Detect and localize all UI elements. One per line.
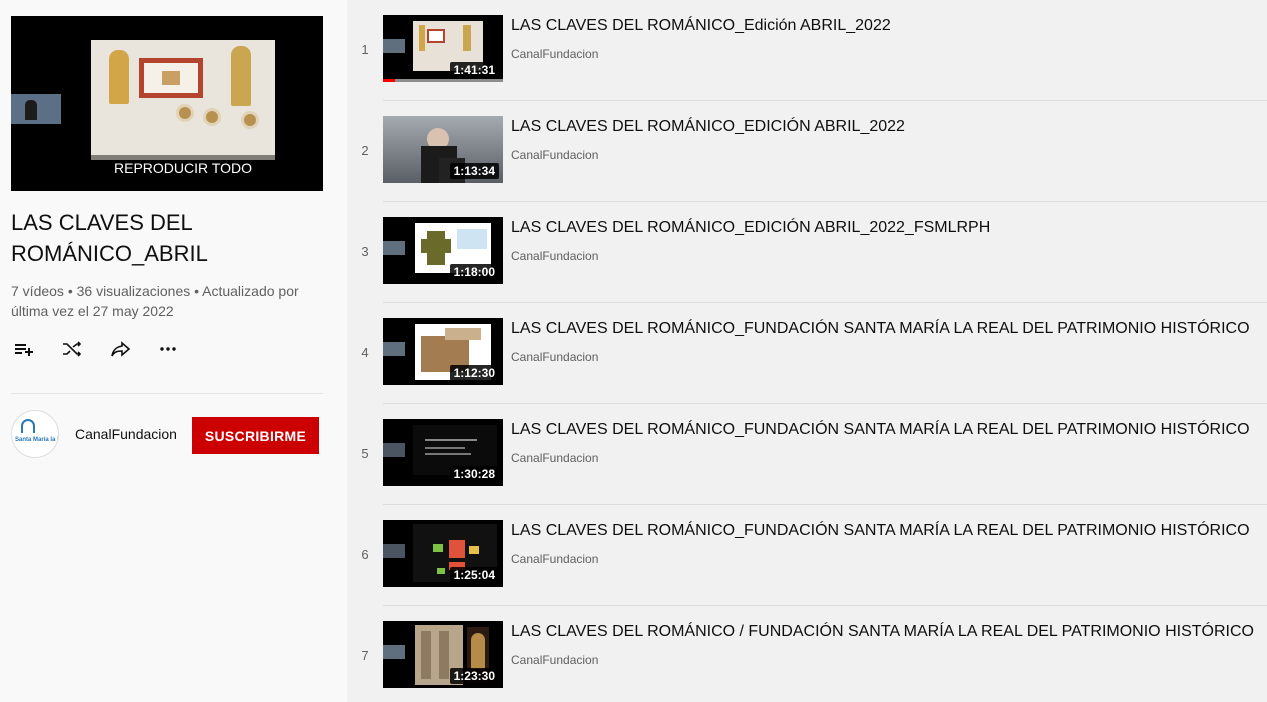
- video-thumbnail[interactable]: 1:18:00: [383, 217, 503, 284]
- video-duration: 1:25:04: [449, 567, 499, 583]
- video-title[interactable]: LAS CLAVES DEL ROMÁNICO_Edición ABRIL_20…: [511, 17, 891, 35]
- video-index: 5: [361, 446, 369, 461]
- video-duration: 1:41:31: [449, 62, 499, 78]
- playlist-owner: Santa María la Real CanalFundacion SUSCR…: [11, 410, 323, 460]
- sidebar-divider: [11, 393, 323, 394]
- video-row[interactable]: 5 1:30:28 LAS CLAVES DEL ROMÁNICO_FUNDAC…: [347, 404, 1267, 505]
- video-duration: 1:18:00: [449, 264, 499, 280]
- video-channel[interactable]: CanalFundacion: [511, 451, 598, 465]
- video-channel[interactable]: CanalFundacion: [511, 47, 598, 61]
- video-row[interactable]: 3 1:18:00 LAS CLAVES DEL ROMÁNICO_EDICIÓ…: [347, 202, 1267, 303]
- video-thumbnail[interactable]: 1:23:30: [383, 621, 503, 688]
- video-title[interactable]: LAS CLAVES DEL ROMÁNICO / FUNDACIÓN SANT…: [511, 623, 1254, 641]
- watch-progress-bar: [383, 79, 503, 82]
- video-channel[interactable]: CanalFundacion: [511, 350, 598, 364]
- video-channel[interactable]: CanalFundacion: [511, 249, 598, 263]
- playlist-sidebar: REPRODUCIR TODO LAS CLAVES DEL ROMÁNICO_…: [0, 0, 347, 702]
- play-all-button[interactable]: REPRODUCIR TODO: [91, 155, 275, 181]
- playlist-video-list: 1 1:41:31 LAS CLAVES DEL ROMÁNICO_Edició…: [347, 0, 1267, 702]
- video-channel[interactable]: CanalFundacion: [511, 552, 598, 566]
- add-to-queue-icon[interactable]: [11, 336, 37, 362]
- video-thumbnail[interactable]: 1:30:28: [383, 419, 503, 486]
- video-channel[interactable]: CanalFundacion: [511, 148, 598, 162]
- playlist-title: LAS CLAVES DEL ROMÁNICO_ABRIL: [11, 210, 208, 266]
- video-title[interactable]: LAS CLAVES DEL ROMÁNICO_FUNDACIÓN SANTA …: [511, 522, 1250, 540]
- video-index: 3: [361, 244, 369, 259]
- speaker-camera-inset: [11, 94, 61, 124]
- reliquary-image: [109, 50, 129, 104]
- medallion-image: [176, 104, 194, 122]
- video-index: 4: [361, 345, 369, 360]
- video-row[interactable]: 2 1:13:34 LAS CLAVES DEL ROMÁNICO_EDICIÓ…: [347, 101, 1267, 202]
- video-row[interactable]: 4 1:12:30 LAS CLAVES DEL ROMÁNICO_FUNDAC…: [347, 303, 1267, 404]
- channel-name[interactable]: CanalFundacion: [75, 426, 177, 442]
- share-icon[interactable]: [107, 336, 133, 362]
- video-row[interactable]: 1 1:41:31 LAS CLAVES DEL ROMÁNICO_Edició…: [347, 0, 1267, 101]
- arch-logo-icon: [21, 419, 35, 433]
- video-thumbnail[interactable]: 1:41:31: [383, 15, 503, 82]
- video-index: 1: [361, 42, 369, 57]
- shuffle-icon[interactable]: [59, 336, 85, 362]
- video-title[interactable]: LAS CLAVES DEL ROMÁNICO_FUNDACIÓN SANTA …: [511, 421, 1250, 439]
- video-thumbnail[interactable]: 1:25:04: [383, 520, 503, 587]
- video-title[interactable]: LAS CLAVES DEL ROMÁNICO_FUNDACIÓN SANTA …: [511, 320, 1250, 338]
- video-index: 2: [361, 143, 369, 158]
- video-row[interactable]: 7 1:23:30 LAS CLAVES DEL ROMÁNICO / FUND…: [347, 606, 1267, 702]
- video-title[interactable]: LAS CLAVES DEL ROMÁNICO_EDICIÓN ABRIL_20…: [511, 118, 905, 136]
- video-duration: 1:13:34: [449, 163, 499, 179]
- video-duration: 1:23:30: [449, 668, 499, 684]
- video-index: 6: [361, 547, 369, 562]
- framed-document-image: [139, 58, 203, 98]
- avatar-logo-text: Santa María la Real: [15, 437, 58, 443]
- playlist-stats: 7 vídeos • 36 visualizaciones • Actualiz…: [11, 283, 299, 319]
- channel-avatar[interactable]: Santa María la Real: [11, 410, 59, 458]
- video-index: 7: [361, 648, 369, 663]
- video-title[interactable]: LAS CLAVES DEL ROMÁNICO_EDICIÓN ABRIL_20…: [511, 219, 990, 237]
- subscribe-button[interactable]: SUSCRIBIRME: [192, 417, 319, 454]
- medallion-image: [203, 108, 221, 126]
- medallion-image: [241, 111, 259, 129]
- video-thumbnail[interactable]: 1:12:30: [383, 318, 503, 385]
- video-thumbnail[interactable]: 1:13:34: [383, 116, 503, 183]
- playlist-hero-thumbnail[interactable]: REPRODUCIR TODO: [11, 16, 323, 191]
- video-row[interactable]: 6 1:25:04 LAS CLAVES DEL ROMÁNICO_FUNDAC…: [347, 505, 1267, 606]
- video-duration: 1:30:28: [449, 466, 499, 482]
- video-channel[interactable]: CanalFundacion: [511, 653, 598, 667]
- more-icon[interactable]: [155, 336, 181, 362]
- video-duration: 1:12:30: [449, 365, 499, 381]
- monstrance-image: [231, 46, 251, 106]
